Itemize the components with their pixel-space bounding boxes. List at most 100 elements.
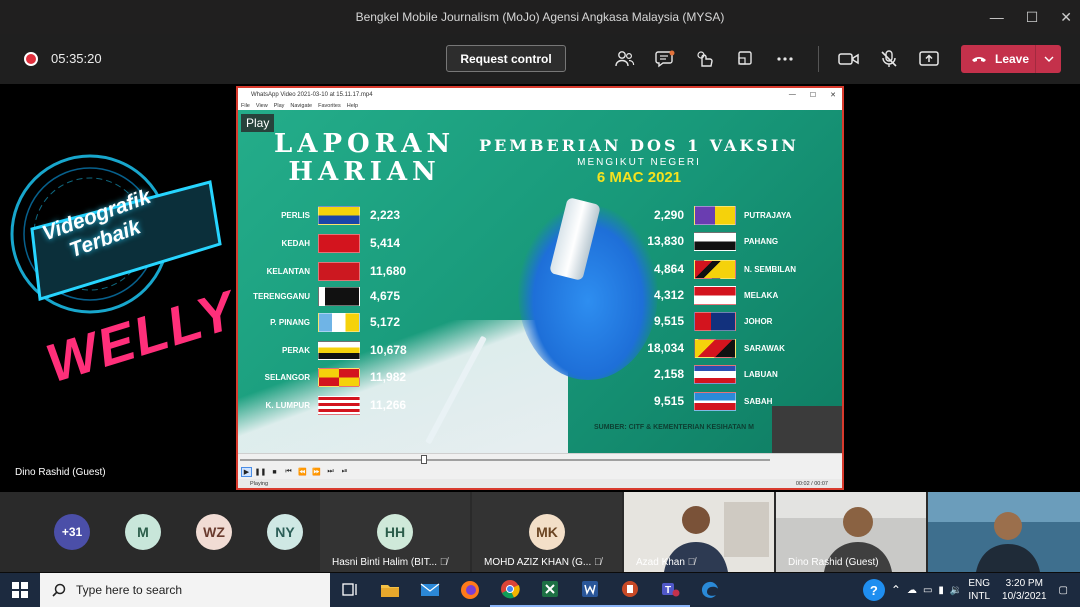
chat-icon[interactable] [652, 46, 678, 72]
state-row: 9,515 JOHOR [626, 311, 772, 331]
state-name: PERAK [281, 345, 310, 355]
chrome-icon[interactable] [490, 573, 530, 607]
state-name: JOHOR [744, 316, 773, 326]
minimize-icon[interactable]: — [990, 9, 1004, 25]
mic-off-icon[interactable] [876, 46, 902, 72]
reactions-icon[interactable] [692, 46, 718, 72]
word-icon[interactable] [570, 573, 610, 607]
menu-navigate[interactable]: Navigate [290, 103, 312, 109]
previous-icon[interactable]: ⏮ [283, 467, 294, 477]
state-value: 4,312 [653, 288, 684, 302]
edge-icon[interactable] [690, 573, 730, 607]
player-close-icon[interactable]: ✕ [830, 91, 836, 99]
taskbar-search-box[interactable]: Type here to search [40, 573, 330, 607]
participant-video-tile[interactable]: Dino Rashid (Guest) [776, 492, 926, 572]
pause-icon[interactable]: ❚❚ [255, 467, 267, 477]
participant-strip: +31 M WZ NY HH Hasni Binti Halim (BIT...… [0, 492, 1080, 572]
title-line-2: HARIAN [288, 157, 441, 187]
state-row: 4,864 N. SEMBILAN [626, 259, 796, 279]
forward-icon[interactable]: ⏩ [311, 467, 322, 477]
start-button[interactable] [0, 573, 40, 607]
rewind-icon[interactable]: ⏪ [297, 467, 308, 477]
share-icon[interactable] [916, 46, 942, 72]
participant-name: Hasni Binti Halim (BIT... 🎙̸ [332, 557, 447, 568]
menu-file[interactable]: File [241, 103, 250, 109]
media-player-window[interactable]: WhatsApp Video 2021-03-10 at 15.11.17.mp… [236, 86, 844, 490]
stop-icon[interactable]: ■ [269, 467, 280, 477]
menu-favorites[interactable]: Favorites [318, 103, 341, 109]
file-explorer-icon[interactable] [370, 573, 410, 607]
title-line-1: LAPORAN [274, 129, 456, 159]
notification-icon[interactable]: ▢ [1059, 585, 1068, 596]
menu-help[interactable]: Help [347, 103, 358, 109]
participants-icon[interactable] [612, 46, 638, 72]
meeting-timer: 05:35:20 [51, 51, 102, 66]
request-control-button[interactable]: Request control [446, 45, 566, 72]
excel-icon[interactable] [530, 573, 570, 607]
overflow-participants-badge[interactable]: +31 [54, 514, 90, 550]
leave-dropdown-chevron-icon[interactable] [1035, 45, 1061, 73]
teams-icon[interactable]: T [650, 573, 690, 607]
participant-video-tile[interactable]: Azad Khan 🎙̸ [624, 492, 774, 572]
participant-video-dino[interactable]: Videografik Terbaik WELLY Dino Rashid (G… [0, 84, 238, 492]
player-status: Playing [250, 480, 269, 487]
volume-icon[interactable]: 🔉 [950, 585, 962, 596]
chevron-up-icon[interactable]: ⌃ [891, 583, 901, 597]
state-row: P. PINANG 5,172 [240, 312, 430, 332]
camera-icon[interactable] [836, 46, 862, 72]
flag-perlis-icon [318, 205, 360, 225]
play-icon[interactable]: ▶ [241, 467, 252, 477]
player-menu-bar: File View Play Navigate Favorites Help [238, 101, 842, 110]
headline-text: PEMBERIAN DOS 1 VAKSIN [479, 136, 799, 155]
network-icon[interactable]: ▭ [923, 585, 932, 596]
participant-tile[interactable]: MK MOHD AZIZ KHAN (G... 🎙̸ [472, 492, 622, 572]
flag-johor-icon [694, 311, 736, 331]
next-icon[interactable]: ⏭ [325, 467, 336, 477]
avatar[interactable]: M [125, 514, 161, 550]
state-value: 9,515 [653, 394, 684, 408]
state-value: 10,678 [370, 343, 407, 357]
flag-putrajaya-icon [694, 205, 736, 225]
language-indicator[interactable]: ENG INTL [968, 577, 990, 603]
close-icon[interactable]: ✕ [1060, 9, 1072, 26]
clock[interactable]: 3:20 PM 10/3/2021 [1002, 577, 1047, 603]
state-value: 9,515 [653, 314, 684, 328]
rooms-icon[interactable] [732, 46, 758, 72]
seek-thumb[interactable] [421, 455, 427, 464]
leave-main[interactable]: Leave [961, 45, 1035, 73]
svg-text:T: T [665, 585, 671, 596]
avatar[interactable]: WZ [196, 514, 232, 550]
powerpoint-icon[interactable] [610, 573, 650, 607]
video-screen[interactable]: Play LAPORAN HARIAN PEMBERIAN DOS 1 VAKS… [238, 110, 842, 453]
participant-video-tile[interactable] [928, 492, 1080, 572]
state-row: PERLIS 2,223 [240, 205, 430, 225]
firefox-icon[interactable] [450, 573, 490, 607]
more-icon[interactable] [772, 46, 798, 72]
seek-track[interactable] [240, 459, 770, 461]
battery-icon[interactable]: ▮ [938, 585, 944, 596]
window-title-bar: Bengkel Mobile Journalism (MoJo) Agensi … [0, 0, 1080, 34]
flag-penang-icon [318, 312, 360, 332]
meeting-stage: Videografik Terbaik WELLY Dino Rashid (G… [0, 84, 1080, 492]
maximize-icon[interactable]: ☐ [1026, 9, 1039, 26]
help-icon[interactable]: ? [862, 579, 885, 601]
menu-view[interactable]: View [256, 103, 268, 109]
participant-name: Dino Rashid (Guest) [788, 557, 879, 568]
mail-icon[interactable] [410, 573, 450, 607]
player-maximize-icon[interactable]: ☐ [810, 91, 816, 99]
play-overlay[interactable]: Play [241, 114, 275, 132]
leave-button[interactable]: Leave [961, 45, 1061, 73]
state-name: KEDAH [281, 238, 310, 248]
task-view-icon[interactable] [330, 573, 370, 607]
onedrive-icon[interactable]: ☁ [907, 585, 917, 596]
avatar[interactable]: NY [267, 514, 303, 550]
state-value: 2,290 [653, 208, 684, 222]
state-name: MELAKA [744, 290, 779, 300]
frame-step-icon[interactable]: ⏯ [339, 467, 350, 477]
state-value: 4,864 [653, 262, 684, 276]
participant-tile[interactable]: HH Hasni Binti Halim (BIT... 🎙̸ [320, 492, 470, 572]
player-minimize-icon[interactable]: — [789, 91, 796, 98]
state-name: SARAWAK [744, 343, 785, 353]
menu-play[interactable]: Play [274, 103, 285, 109]
seek-bar[interactable] [238, 453, 842, 465]
